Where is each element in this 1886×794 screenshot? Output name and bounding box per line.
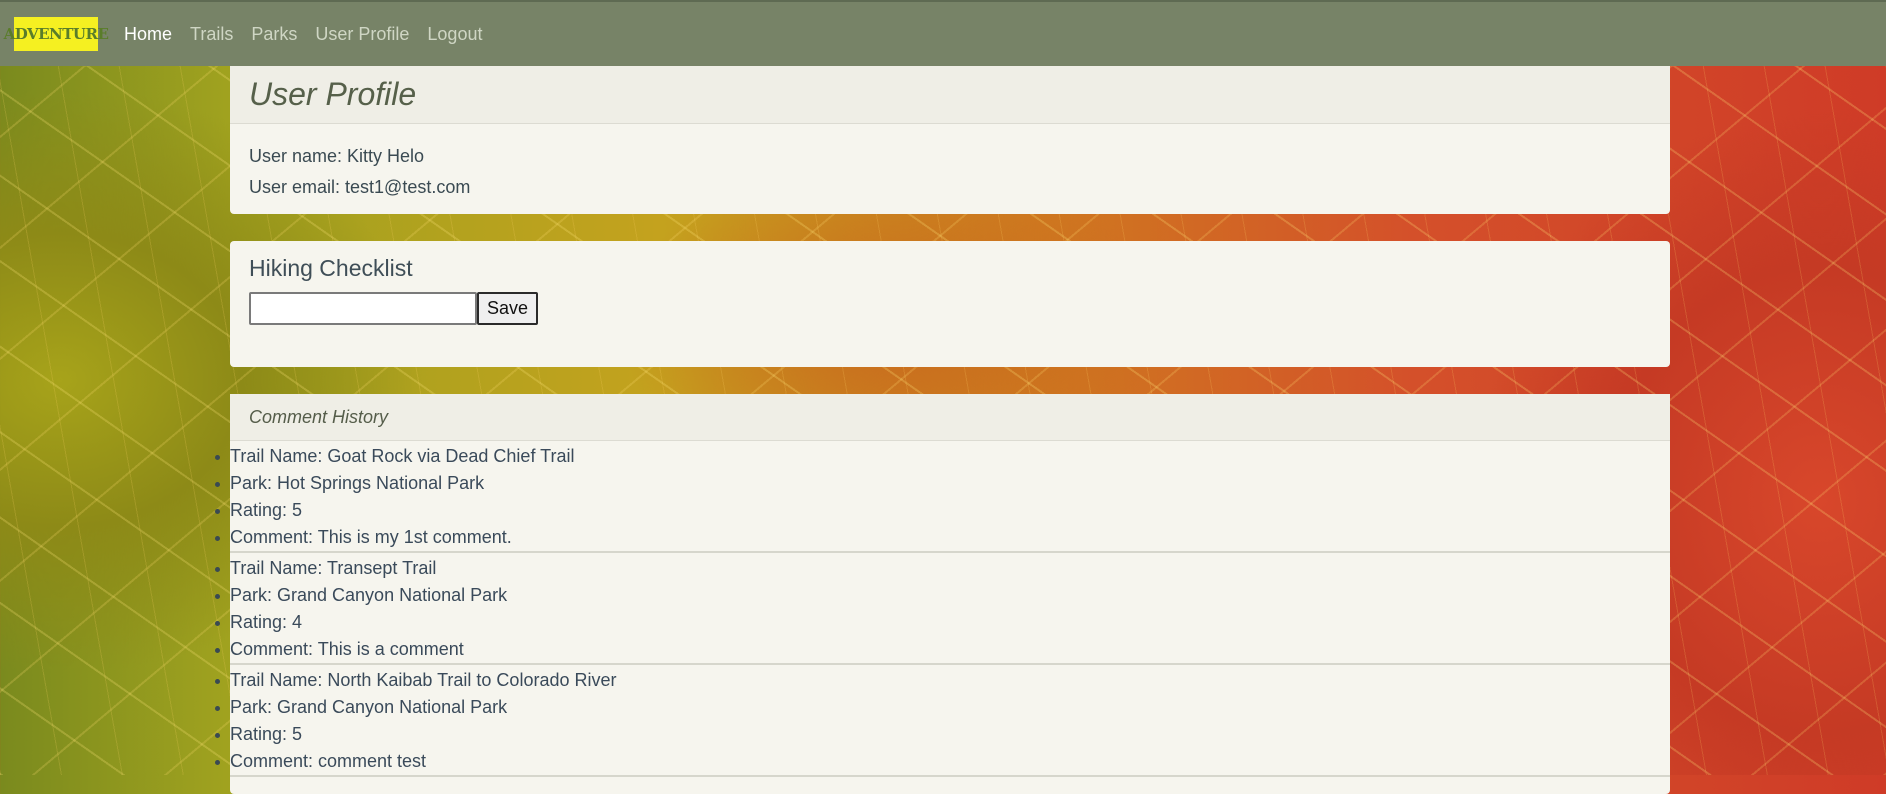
- checklist-title: Hiking Checklist: [249, 255, 413, 281]
- checklist-form: Save: [249, 292, 1651, 325]
- comment-entry: Trail Name: Transept Trail Park: Grand C…: [215, 553, 1670, 665]
- save-button[interactable]: Save: [477, 292, 539, 325]
- hiking-checklist-card: Hiking Checklist Save: [230, 241, 1670, 367]
- park-name: Park: Grand Canyon National Park: [215, 582, 1670, 609]
- park-name: Park: Grand Canyon National Park: [215, 694, 1670, 721]
- user-email: User email: test1@test.com: [249, 177, 471, 197]
- nav-parks[interactable]: Parks: [251, 24, 297, 45]
- trail-name: Trail Name: North Kaibab Trail to Colora…: [215, 667, 1670, 694]
- park-name: Park: Hot Springs National Park: [215, 470, 1670, 497]
- nav-user-profile[interactable]: User Profile: [315, 24, 409, 45]
- nav-home[interactable]: Home: [124, 24, 172, 45]
- brand-logo[interactable]: ADVENTURE: [4, 17, 109, 51]
- user-profile-header: User Profile: [230, 66, 1670, 124]
- user-profile-card: User Profile User name: Kitty Helo User …: [230, 66, 1670, 214]
- nav-links: Home Trails Parks User Profile Logout: [124, 24, 500, 45]
- comment-entry: Trail Name: Goat Rock via Dead Chief Tra…: [215, 441, 1670, 553]
- rating: Rating: 5: [215, 721, 1670, 748]
- comment-list: Trail Name: Goat Rock via Dead Chief Tra…: [215, 441, 1670, 777]
- nav-trails[interactable]: Trails: [190, 24, 233, 45]
- user-name: User name: Kitty Helo: [249, 146, 425, 166]
- rating: Rating: 4: [215, 609, 1670, 636]
- user-info: User name: Kitty Helo User email: test1@…: [230, 124, 1670, 203]
- page-title: User Profile: [249, 76, 417, 112]
- comment-history-header: Comment History: [230, 394, 1670, 441]
- comment-text: Comment: This is a comment: [215, 636, 1670, 663]
- comment-history-card: Comment History Trail Name: Goat Rock vi…: [215, 394, 1670, 794]
- navbar: ADVENTURE Home Trails Parks User Profile…: [0, 0, 1886, 66]
- comment-entry: Trail Name: North Kaibab Trail to Colora…: [215, 665, 1670, 777]
- rating: Rating: 5: [215, 497, 1670, 524]
- nav-logout[interactable]: Logout: [427, 24, 482, 45]
- checklist-input[interactable]: [249, 292, 477, 325]
- trail-name: Trail Name: Goat Rock via Dead Chief Tra…: [215, 443, 1670, 470]
- comment-history-title: Comment History: [249, 406, 389, 427]
- comment-text: Comment: comment test: [215, 748, 1670, 775]
- comment-text: Comment: This is my 1st comment.: [215, 524, 1670, 551]
- trail-name: Trail Name: Transept Trail: [215, 555, 1670, 582]
